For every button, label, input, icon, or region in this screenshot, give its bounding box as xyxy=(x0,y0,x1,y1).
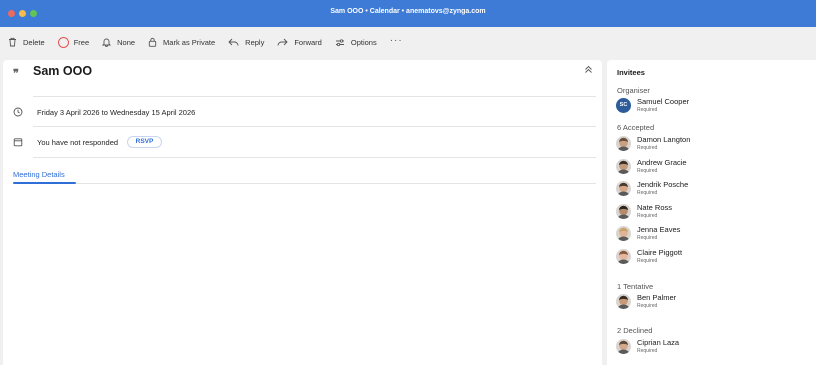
organiser-group-label: Organiser xyxy=(617,86,650,95)
avatar xyxy=(616,226,631,241)
invitee-role: Required xyxy=(637,190,658,196)
collapse-chevron-icon[interactable] xyxy=(584,65,593,74)
accepted-group-label: 6 Accepted xyxy=(617,123,655,132)
invitee-organiser[interactable]: SC Samuel Cooper Required xyxy=(616,97,806,115)
avatar: SC xyxy=(616,98,631,113)
invitee-role: Required xyxy=(637,107,658,113)
reminder-button[interactable]: None xyxy=(102,37,135,47)
free-status-icon xyxy=(57,36,69,48)
rsvp-button[interactable]: RSVP xyxy=(127,136,162,148)
avatar xyxy=(616,294,631,309)
person-photo-icon xyxy=(616,203,631,219)
person-photo-icon xyxy=(616,181,631,196)
avatar xyxy=(616,158,631,174)
mark-private-button[interactable]: Mark as Private xyxy=(148,37,215,47)
invitee-accepted[interactable]: Jendrik Posche Required xyxy=(616,180,806,198)
invitee-role: Required xyxy=(637,303,658,309)
clock-icon xyxy=(13,107,23,117)
reply-label: Reply xyxy=(245,37,265,47)
divider xyxy=(33,126,596,127)
invitee-accepted[interactable]: Andrew Gracie Required xyxy=(616,158,806,176)
free-button[interactable]: Free xyxy=(57,36,90,48)
invitee-role: Required xyxy=(637,235,658,241)
toolbar: Delete Free None Mark as Private Reply F… xyxy=(0,27,816,57)
forward-icon xyxy=(277,38,288,46)
declined-group-label: 2 Declined xyxy=(617,326,653,335)
bell-icon xyxy=(102,38,112,47)
trash-icon xyxy=(9,37,16,47)
avatar xyxy=(616,136,631,151)
invitee-name: Jenna Eaves xyxy=(637,225,681,234)
quote-icon: ❞ xyxy=(13,68,19,80)
event-date-range: Friday 3 April 2026 to Wednesday 15 Apri… xyxy=(37,108,196,117)
invitee-name: Nate Ross xyxy=(637,202,673,212)
free-label: Free xyxy=(73,37,90,47)
response-status: You have not responded xyxy=(37,138,119,147)
avatar xyxy=(616,181,631,196)
window-titlebar: Sam OOO • Calendar • anematovs@zynga.com xyxy=(0,0,816,27)
invitees-pane: Invitees Organiser SC Samuel Cooper Requ… xyxy=(607,60,816,365)
avatar xyxy=(616,248,631,264)
invitee-accepted[interactable]: Jenna Eaves Required xyxy=(616,225,806,243)
person-photo-icon xyxy=(616,158,631,174)
tab-meeting-details[interactable]: Meeting Details xyxy=(13,170,65,179)
invitee-accepted[interactable]: Claire Piggott Required xyxy=(616,248,806,266)
lock-icon xyxy=(148,37,157,47)
mark-private-label: Mark as Private xyxy=(163,37,216,47)
invitee-name: Samuel Cooper xyxy=(637,97,690,106)
options-icon xyxy=(335,38,344,46)
invitee-role: Required xyxy=(637,145,658,151)
invitee-accepted[interactable]: Nate Ross Required xyxy=(616,203,806,221)
person-photo-icon xyxy=(616,136,631,151)
invitee-role: Required xyxy=(637,212,658,219)
options-label: Options xyxy=(350,37,377,47)
person-photo-icon xyxy=(616,294,631,309)
invitee-name: Jendrik Posche xyxy=(637,180,689,189)
reply-icon xyxy=(228,38,239,46)
invitee-role: Required xyxy=(637,257,658,264)
tab-selected-indicator xyxy=(13,182,76,184)
person-photo-icon xyxy=(616,248,631,264)
invitee-tentative[interactable]: Ben Palmer Required xyxy=(616,293,806,311)
invitee-name: Andrew Gracie xyxy=(637,157,687,167)
avatar xyxy=(616,339,631,354)
divider xyxy=(33,157,596,158)
invitee-name: Damon Langton xyxy=(637,135,691,144)
reminder-label: None xyxy=(117,37,136,47)
invitees-title: Invitees xyxy=(617,68,645,77)
options-button[interactable]: Options xyxy=(335,38,377,47)
person-photo-icon xyxy=(616,339,631,354)
delete-label: Delete xyxy=(23,37,45,47)
reply-button[interactable]: Reply xyxy=(228,38,264,47)
avatar xyxy=(616,203,631,219)
invitee-name: Ciprian Laza xyxy=(637,338,680,347)
window-title: Sam OOO • Calendar • anematovs@zynga.com xyxy=(330,8,486,15)
invitee-declined[interactable]: Ciprian Laza Required xyxy=(616,338,806,356)
more-actions-button[interactable]: ··· xyxy=(390,35,403,46)
event-details-pane: ❞ Sam OOO Friday 3 April 2026 to Wednesd… xyxy=(3,60,602,365)
invitee-role: Required xyxy=(637,348,658,354)
delete-button[interactable]: Delete xyxy=(8,37,45,47)
person-photo-icon xyxy=(616,226,631,241)
invitee-name: Claire Piggott xyxy=(637,247,683,257)
invitee-accepted[interactable]: Damon Langton Required xyxy=(616,135,806,153)
divider xyxy=(33,96,596,97)
forward-button[interactable]: Forward xyxy=(277,38,322,47)
tab-divider xyxy=(76,183,596,184)
invitee-role: Required xyxy=(637,167,658,174)
event-subject: Sam OOO xyxy=(33,64,93,78)
tentative-group-label: 1 Tentative xyxy=(617,282,654,291)
calendar-icon xyxy=(13,138,23,147)
invitee-name: Ben Palmer xyxy=(637,293,677,302)
forward-label: Forward xyxy=(294,37,322,47)
